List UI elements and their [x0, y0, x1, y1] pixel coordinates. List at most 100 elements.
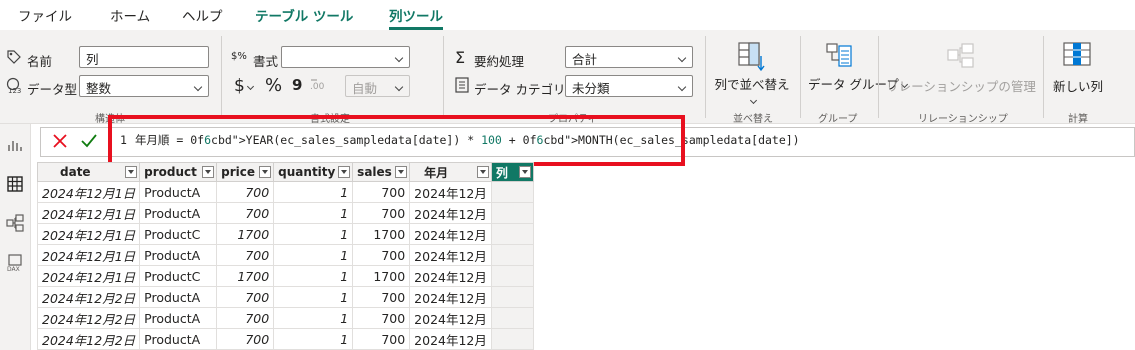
cell-new-column[interactable] [490, 328, 534, 350]
cell-yearmonth[interactable]: 2024年12月 [409, 202, 492, 224]
cell-quantity[interactable]: 1 [273, 307, 354, 329]
format-select[interactable] [281, 46, 410, 68]
tab-column-tools[interactable]: 列ツール [389, 5, 443, 30]
data-category-label: データ カテゴリ [474, 82, 566, 97]
data-category-select[interactable]: 未分類 [565, 75, 693, 97]
name-input[interactable]: 列 [79, 46, 209, 68]
summarize-select[interactable]: 合計 [565, 46, 693, 68]
filter-dropdown-icon[interactable] [395, 166, 408, 178]
filter-dropdown-icon[interactable] [259, 166, 272, 178]
cell-date[interactable]: 2024年12月2日 [36, 328, 141, 350]
cell-product[interactable]: ProductA [139, 244, 218, 266]
cell-sales[interactable]: 700 [352, 202, 411, 224]
cell-price[interactable]: 700 [216, 328, 275, 350]
datatype-select[interactable]: 整数 [79, 75, 209, 97]
cell-yearmonth[interactable]: 2024年12月 [409, 286, 492, 308]
cell-yearmonth[interactable]: 2024年12月 [409, 244, 492, 266]
filter-dropdown-icon[interactable] [202, 166, 215, 178]
cell-product[interactable]: ProductA [139, 328, 218, 350]
cell-sales[interactable]: 1700 [352, 223, 411, 245]
commit-formula-icon[interactable] [80, 133, 98, 149]
cell-new-column[interactable] [490, 181, 534, 203]
cell-quantity[interactable]: 1 [273, 244, 354, 266]
cell-date[interactable]: 2024年12月2日 [36, 307, 141, 329]
filter-dropdown-icon[interactable] [518, 166, 531, 178]
cell-yearmonth[interactable]: 2024年12月 [409, 265, 492, 287]
cell-sales[interactable]: 700 [352, 307, 411, 329]
cell-yearmonth[interactable]: 2024年12月 [409, 181, 492, 203]
percent-button[interactable]: % [265, 75, 282, 96]
decimal-places-input[interactable]: 自動 [345, 75, 410, 97]
filter-dropdown-icon[interactable] [476, 166, 489, 178]
cell-price[interactable]: 700 [216, 244, 275, 266]
cell-sales[interactable]: 700 [352, 244, 411, 266]
cell-sales[interactable]: 700 [352, 328, 411, 350]
sort-by-column-button[interactable]: 列で並べ替え [712, 74, 792, 108]
dax-query-view-icon[interactable]: DAX [6, 254, 24, 272]
cell-new-column[interactable] [490, 307, 534, 329]
cell-date[interactable]: 2024年12月1日 [36, 181, 141, 203]
cell-date[interactable]: 2024年12月2日 [36, 286, 141, 308]
cell-price[interactable]: 1700 [216, 223, 275, 245]
cell-quantity[interactable]: 1 [273, 223, 354, 245]
cell-date[interactable]: 2024年12月1日 [36, 202, 141, 224]
comma-button[interactable]: 9 [292, 76, 302, 94]
cell-quantity[interactable]: 1 [273, 202, 354, 224]
datatype-icon: 123 [6, 77, 21, 94]
cell-quantity[interactable]: 1 [273, 265, 354, 287]
new-column-button[interactable]: 新しい列 [1048, 76, 1108, 95]
cell-new-column[interactable] [490, 265, 534, 287]
column-header-quantity[interactable]: quantity [273, 162, 354, 182]
column-header-new-column[interactable]: 列 [490, 162, 534, 182]
cell-product[interactable]: ProductC [139, 265, 218, 287]
tab-help[interactable]: ヘルプ [182, 5, 223, 25]
cell-sales[interactable]: 1700 [352, 265, 411, 287]
cell-new-column[interactable] [490, 286, 534, 308]
column-header-price[interactable]: price [216, 162, 275, 182]
column-header-yearmonth[interactable]: 年月 [409, 162, 492, 182]
cell-product[interactable]: ProductC [139, 223, 218, 245]
cell-yearmonth[interactable]: 2024年12月 [409, 223, 492, 245]
cell-product[interactable]: ProductA [139, 181, 218, 203]
cell-date[interactable]: 2024年12月1日 [36, 223, 141, 245]
cell-yearmonth[interactable]: 2024年12月 [409, 328, 492, 350]
cell-price[interactable]: 700 [216, 307, 275, 329]
sort-by-column-icon [738, 42, 765, 72]
filter-dropdown-icon[interactable] [338, 166, 351, 178]
manage-relationships-button[interactable]: リレーションシップの管理 [886, 76, 1036, 95]
cell-new-column[interactable] [490, 202, 534, 224]
cell-new-column[interactable] [490, 244, 534, 266]
currency-button[interactable]: $ [234, 76, 254, 96]
cell-price[interactable]: 700 [216, 202, 275, 224]
filter-dropdown-icon[interactable] [125, 166, 138, 178]
cell-price[interactable]: 1700 [216, 265, 275, 287]
cell-sales[interactable]: 700 [352, 286, 411, 308]
cell-new-column[interactable] [490, 223, 534, 245]
model-view-icon[interactable] [6, 214, 24, 232]
cell-price[interactable]: 700 [216, 286, 275, 308]
decimal-adjust-icon[interactable]: .00 [309, 77, 329, 93]
table-view-icon[interactable] [6, 175, 24, 193]
format-icon: $% [231, 51, 247, 62]
tab-file[interactable]: ファイル [18, 5, 72, 25]
cell-date[interactable]: 2024年12月1日 [36, 244, 141, 266]
column-header-label: quantity [278, 165, 336, 179]
tab-home[interactable]: ホーム [110, 5, 150, 25]
column-header-product[interactable]: product [139, 162, 218, 182]
cell-yearmonth[interactable]: 2024年12月 [409, 307, 492, 329]
cell-product[interactable]: ProductA [139, 286, 218, 308]
report-view-icon[interactable] [6, 136, 24, 154]
cell-price[interactable]: 700 [216, 181, 275, 203]
column-header-date[interactable]: date [36, 162, 141, 182]
cell-quantity[interactable]: 1 [273, 328, 354, 350]
tab-table-tools[interactable]: テーブル ツール [255, 5, 353, 25]
cell-date[interactable]: 2024年12月1日 [36, 265, 141, 287]
cell-product[interactable]: ProductA [139, 202, 218, 224]
data-groups-button[interactable]: データ グループ [808, 74, 908, 93]
cell-sales[interactable]: 700 [352, 181, 411, 203]
cancel-formula-icon[interactable] [52, 133, 68, 149]
column-header-sales[interactable]: sales [352, 162, 411, 182]
cell-product[interactable]: ProductA [139, 307, 218, 329]
cell-quantity[interactable]: 1 [273, 181, 354, 203]
cell-quantity[interactable]: 1 [273, 286, 354, 308]
